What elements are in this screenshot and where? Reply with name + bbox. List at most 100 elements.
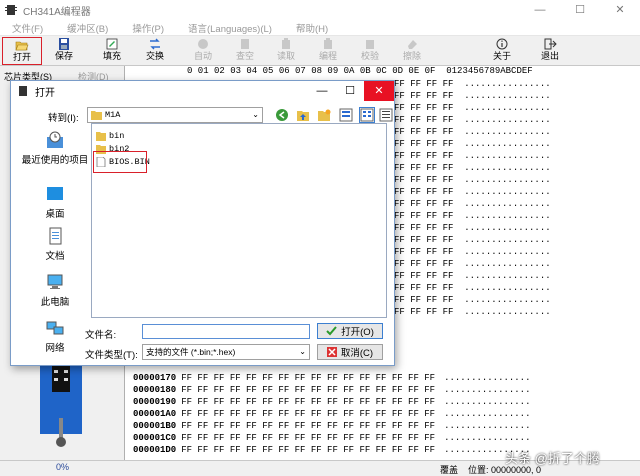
list-item[interactable]: bin	[96, 130, 124, 142]
table-row[interactable]: FF FF FF FF ................	[394, 174, 551, 186]
menu-operation[interactable]: 操作(P)	[120, 21, 176, 35]
dialog-maximize-button[interactable]: ☐	[336, 81, 364, 101]
table-row[interactable]: FF FF FF FF ................	[394, 246, 551, 258]
file-list[interactable]: bin bin2 BIOS.BIN	[91, 123, 387, 318]
checkmark-icon	[326, 326, 337, 336]
dialog-close-button[interactable]: ✕	[364, 81, 394, 101]
hex-bytes: FF FF FF FF FF FF FF FF FF FF FF FF FF F…	[181, 433, 436, 443]
table-row[interactable]: 000001D0 FF FF FF FF FF FF FF FF FF FF FF…	[133, 444, 530, 456]
folder-icon	[96, 132, 106, 141]
blank-check-button[interactable]: 查空	[225, 37, 265, 65]
table-row[interactable]: FF FF FF FF ................	[394, 210, 551, 222]
table-row[interactable]: FF FF FF FF ................	[394, 78, 551, 90]
maximize-button[interactable]: ☐	[560, 0, 600, 20]
window-title: CH341A编程器	[23, 6, 91, 18]
fill-button[interactable]: 填充	[92, 37, 132, 65]
place-recent[interactable]: 最近使用的项目	[19, 131, 91, 166]
hex-ascii: ................	[444, 409, 531, 419]
fill-icon	[106, 38, 118, 50]
swap-arrows-icon	[150, 38, 160, 50]
details-view-icon[interactable]	[379, 108, 393, 122]
read-icon	[282, 38, 290, 49]
auto-button[interactable]: 自动	[183, 37, 223, 65]
table-row[interactable]: FF FF FF FF ................	[394, 258, 551, 270]
table-row[interactable]: 00000190 FF FF FF FF FF FF FF FF FF FF FF…	[133, 396, 530, 408]
hex-bytes: FF FF FF FF FF FF FF FF FF FF FF FF FF F…	[181, 373, 436, 383]
folder-icon	[91, 111, 102, 120]
dialog-minimize-button[interactable]: —	[308, 81, 336, 101]
hex-address: 000001D0	[133, 445, 177, 455]
table-row[interactable]: FF FF FF FF ................	[394, 222, 551, 234]
save-button[interactable]: 保存	[44, 37, 84, 65]
hex-address: 000001C0	[133, 433, 177, 443]
filename-label: 文件名:	[85, 330, 117, 341]
table-row[interactable]: FF FF FF FF ................	[394, 126, 551, 138]
program-button[interactable]: 编程	[308, 37, 348, 65]
table-row[interactable]: FF FF FF FF ................	[394, 294, 551, 306]
table-row[interactable]: FF FF FF FF ................	[394, 138, 551, 150]
list-view-icon[interactable]	[359, 107, 375, 123]
table-row[interactable]: FF FF FF FF ................	[394, 270, 551, 282]
chevron-down-icon: ⌄	[299, 347, 306, 356]
menu-language[interactable]: 语言(Languages)(L)	[176, 21, 284, 35]
place-desktop[interactable]: 桌面	[19, 185, 91, 220]
table-row[interactable]: FF FF FF FF ................	[394, 102, 551, 114]
table-row[interactable]: FF FF FF FF ................	[394, 198, 551, 210]
blank-check-icon	[241, 39, 249, 49]
app-chip-icon	[5, 5, 17, 15]
table-row[interactable]: FF FF FF FF ................	[394, 282, 551, 294]
hex-address: 00000170	[133, 373, 177, 383]
network-icon	[46, 321, 64, 335]
place-documents[interactable]: 文档	[19, 227, 91, 262]
place-network[interactable]: 网络	[19, 319, 91, 354]
table-row[interactable]: FF FF FF FF ................	[394, 90, 551, 102]
title-bar: CH341A编程器 — ☐ ✕	[0, 0, 640, 20]
view-menu-icon[interactable]	[339, 108, 353, 122]
verify-button[interactable]: 校验	[350, 37, 390, 65]
dialog-title-bar: 打开 — ☐ ✕	[11, 81, 394, 101]
menu-buffer[interactable]: 缓冲区(B)	[55, 21, 120, 35]
filetype-select[interactable]: 支持的文件 (*.bin;*.hex) ⌄	[142, 344, 310, 360]
programmer-board-icon	[40, 358, 82, 447]
hex-ascii: ................	[444, 421, 531, 431]
table-row[interactable]: 000001C0 FF FF FF FF FF FF FF FF FF FF FF…	[133, 432, 530, 444]
table-row[interactable]: 00000170 FF FF FF FF FF FF FF FF FF FF FF…	[133, 372, 530, 384]
table-row[interactable]: 000001A0 FF FF FF FF FF FF FF FF FF FF FF…	[133, 408, 530, 420]
hex-bytes: FF FF FF FF FF FF FF FF FF FF FF FF FF F…	[181, 397, 436, 407]
hex-bytes: FF FF FF FF FF FF FF FF FF FF FF FF FF F…	[181, 445, 436, 455]
open-dialog-button[interactable]: 打开(O)	[317, 323, 383, 339]
menu-help[interactable]: 帮助(H)	[284, 21, 340, 35]
swap-button[interactable]: 交换	[135, 37, 175, 65]
cancel-button[interactable]: 取消(C)	[317, 344, 383, 360]
exit-button[interactable]: 退出	[530, 37, 570, 65]
table-row[interactable]: FF FF FF FF ................	[394, 186, 551, 198]
menu-file[interactable]: 文件(F)	[0, 21, 55, 35]
minimize-button[interactable]: —	[520, 0, 560, 20]
filename-input[interactable]	[142, 324, 310, 339]
exit-icon	[544, 38, 557, 50]
about-button[interactable]: 关于	[482, 37, 522, 65]
open-file-dialog: 打开 — ☐ ✕ 转到(I): M1A ⌄ 最近使用的项目 桌面 文档 此电脑 …	[10, 80, 395, 366]
toolbar: 打开 保存 填充 交换 自动 查空 读取 编程 校验 擦除 关于 退出	[0, 36, 640, 66]
table-row[interactable]: FF FF FF FF ................	[394, 150, 551, 162]
table-row[interactable]: FF FF FF FF ................	[394, 162, 551, 174]
dialog-chip-icon	[19, 86, 27, 96]
up-folder-icon[interactable]	[296, 108, 310, 122]
table-row[interactable]: 000001B0 FF FF FF FF FF FF FF FF FF FF FF…	[133, 420, 530, 432]
erase-icon	[408, 40, 417, 49]
erase-button[interactable]: 擦除	[392, 37, 432, 65]
table-row[interactable]: FF FF FF FF ................	[394, 234, 551, 246]
close-button[interactable]: ✕	[600, 0, 640, 20]
read-button[interactable]: 读取	[266, 37, 306, 65]
new-folder-icon[interactable]	[317, 108, 331, 122]
back-arrow-icon[interactable]	[275, 108, 289, 122]
place-this-pc[interactable]: 此电脑	[19, 273, 91, 308]
about-icon	[496, 38, 508, 50]
table-row[interactable]: FF FF FF FF ................	[394, 114, 551, 126]
documents-icon	[49, 227, 62, 245]
look-in-combo[interactable]: M1A ⌄	[87, 107, 263, 123]
table-row[interactable]: 00000180 FF FF FF FF FF FF FF FF FF FF FF…	[133, 384, 530, 396]
open-button[interactable]: 打开	[2, 37, 42, 65]
program-icon	[324, 38, 332, 49]
table-row[interactable]: FF FF FF FF ................	[394, 306, 551, 318]
